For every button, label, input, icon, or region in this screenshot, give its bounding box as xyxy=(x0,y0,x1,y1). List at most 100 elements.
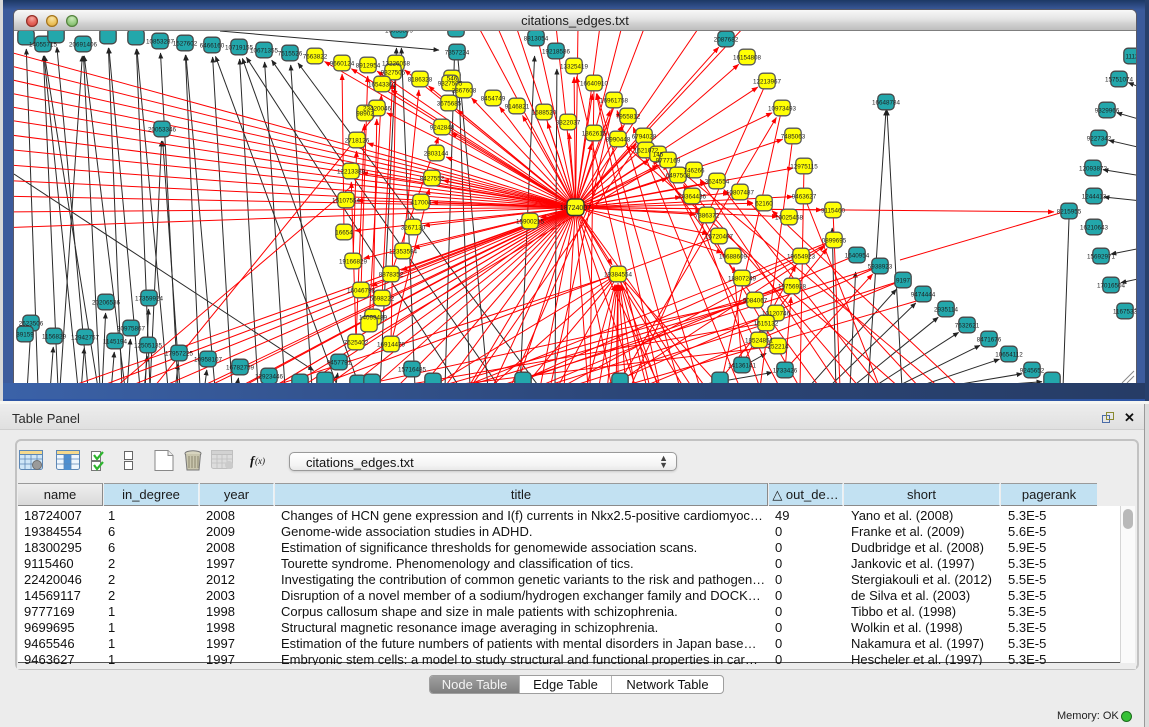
svg-text:13226058: 13226058 xyxy=(382,61,411,68)
svg-text:7632621: 7632621 xyxy=(955,323,980,330)
svg-text:7357224: 7357224 xyxy=(445,50,470,57)
svg-text:9245652: 9245652 xyxy=(1020,368,1045,375)
svg-text:30975867: 30975867 xyxy=(117,326,146,333)
svg-text:9115460: 9115460 xyxy=(821,208,846,215)
svg-text:2867608: 2867608 xyxy=(452,88,477,95)
svg-text:10853287: 10853287 xyxy=(146,39,175,46)
svg-text:1733426: 1733426 xyxy=(773,368,798,375)
svg-text:14136141: 14136141 xyxy=(728,363,757,370)
svg-text:9474444: 9474444 xyxy=(911,292,936,299)
svg-text:417004: 417004 xyxy=(410,200,432,207)
svg-text:20053346: 20053346 xyxy=(148,127,177,134)
svg-text:19166829: 19166829 xyxy=(339,259,368,266)
svg-text:10807487: 10807487 xyxy=(726,190,755,197)
svg-text:8912954: 8912954 xyxy=(356,63,381,70)
svg-text:16210643: 16210643 xyxy=(1080,225,1109,232)
svg-text:7515526: 7515526 xyxy=(278,51,303,58)
svg-text:8322037: 8322037 xyxy=(556,120,581,127)
svg-text:9084067: 9084067 xyxy=(743,298,768,305)
svg-text:12505135: 12505135 xyxy=(134,343,163,350)
svg-text:18724007: 18724007 xyxy=(560,205,591,212)
svg-text:16543362: 16543362 xyxy=(368,82,397,89)
svg-text:2087682: 2087682 xyxy=(714,37,739,44)
svg-text:15692971: 15692971 xyxy=(1087,254,1116,261)
svg-text:15716485: 15716485 xyxy=(398,367,427,374)
svg-text:9463627: 9463627 xyxy=(792,194,817,201)
svg-text:16046798: 16046798 xyxy=(347,288,376,295)
svg-text:2803144: 2803144 xyxy=(424,151,449,158)
svg-text:7386372: 7386372 xyxy=(695,213,720,220)
svg-text:1362615: 1362615 xyxy=(582,131,607,138)
svg-text:8878352: 8878352 xyxy=(379,272,404,279)
svg-text:9777169: 9777169 xyxy=(656,158,681,165)
svg-text:15720407: 15720407 xyxy=(705,234,734,241)
svg-text:10654112: 10654112 xyxy=(995,352,1023,359)
svg-text:8454749: 8454749 xyxy=(481,96,506,103)
svg-text:1112: 1112 xyxy=(1125,54,1136,61)
svg-text:12213967: 12213967 xyxy=(753,79,782,86)
svg-text:16961758: 16961758 xyxy=(600,98,629,105)
svg-text:7485063: 7485063 xyxy=(781,134,806,141)
svg-text:2623506: 2623506 xyxy=(19,321,44,328)
svg-text:19756928: 19756928 xyxy=(778,284,807,291)
svg-text:1615132: 1615132 xyxy=(754,321,779,328)
svg-text:16782759: 16782759 xyxy=(226,365,255,372)
svg-text:16654: 16654 xyxy=(335,230,353,237)
svg-text:14055715: 14055715 xyxy=(29,42,58,49)
svg-text:19654923: 19654923 xyxy=(787,254,816,261)
svg-text:9327505: 9327505 xyxy=(438,81,463,88)
svg-text:3675685: 3675685 xyxy=(437,101,462,108)
svg-text:10025458: 10025458 xyxy=(775,215,804,222)
svg-text:10688609: 10688609 xyxy=(719,254,748,261)
svg-text:19218586: 19218586 xyxy=(542,49,571,56)
svg-text:3624554: 3624554 xyxy=(705,179,730,186)
svg-text:6466160: 6466160 xyxy=(200,43,225,50)
svg-text:10671355: 10671355 xyxy=(250,48,279,55)
svg-text:8813054: 8813054 xyxy=(524,36,549,43)
svg-text:1145194: 1145194 xyxy=(103,339,128,346)
svg-text:746266: 746266 xyxy=(683,168,705,175)
svg-text:5698222: 5698222 xyxy=(370,296,395,303)
svg-text:1588520: 1588520 xyxy=(532,110,557,117)
svg-text:7663822: 7663822 xyxy=(303,54,328,61)
svg-text:17016504: 17016504 xyxy=(1097,283,1126,290)
svg-text:16033809: 16033809 xyxy=(385,31,414,35)
svg-text:16154808: 16154808 xyxy=(733,55,762,62)
svg-text:(x): (x) xyxy=(255,456,265,466)
svg-text:9327505: 9327505 xyxy=(381,70,406,77)
svg-text:18807249: 18807249 xyxy=(728,276,757,283)
svg-text:6794028: 6794028 xyxy=(632,134,657,141)
svg-text:15900215: 15900215 xyxy=(516,219,545,226)
svg-text:8471676: 8471676 xyxy=(977,337,1002,344)
svg-text:16640910: 16640910 xyxy=(580,81,609,88)
svg-text:7955812: 7955812 xyxy=(616,114,641,121)
svg-text:15751074: 15751074 xyxy=(1105,77,1134,84)
svg-text:10120746: 10120746 xyxy=(762,311,791,318)
svg-text:9457791: 9457791 xyxy=(327,360,352,367)
svg-text:8990448: 8990448 xyxy=(606,137,631,144)
svg-text:7625402: 7625402 xyxy=(344,340,369,347)
svg-text:10973493: 10973493 xyxy=(768,106,797,113)
svg-text:20364436: 20364436 xyxy=(678,194,707,201)
svg-text:20206536: 20206536 xyxy=(92,300,121,307)
svg-text:17359924: 17359924 xyxy=(135,296,164,303)
svg-text:62160: 62160 xyxy=(755,201,773,208)
svg-text:16648784: 16648784 xyxy=(872,100,901,107)
svg-text:20691406: 20691406 xyxy=(69,42,98,49)
svg-text:1527602: 1527602 xyxy=(173,41,198,48)
svg-text:13325419: 13325419 xyxy=(560,64,589,71)
svg-text:1640954: 1640954 xyxy=(845,253,870,260)
svg-text:12975115: 12975115 xyxy=(790,164,818,171)
svg-text:17957225: 17957225 xyxy=(165,351,194,358)
svg-text:12093872: 12093872 xyxy=(1079,166,1108,173)
svg-text:98902: 98902 xyxy=(356,111,374,118)
svg-text:8427552: 8427552 xyxy=(420,176,445,183)
svg-text:8186328: 8186328 xyxy=(408,77,433,84)
svg-text:9227342: 9227342 xyxy=(1087,136,1112,143)
svg-text:9660124: 9660124 xyxy=(330,61,355,68)
svg-text:2718126: 2718126 xyxy=(345,138,370,145)
svg-text:16107554: 16107554 xyxy=(332,198,361,205)
svg-text:10958107: 10958107 xyxy=(194,357,223,364)
svg-text:9242848: 9242848 xyxy=(430,125,455,132)
svg-text:3267130: 3267130 xyxy=(401,225,426,232)
